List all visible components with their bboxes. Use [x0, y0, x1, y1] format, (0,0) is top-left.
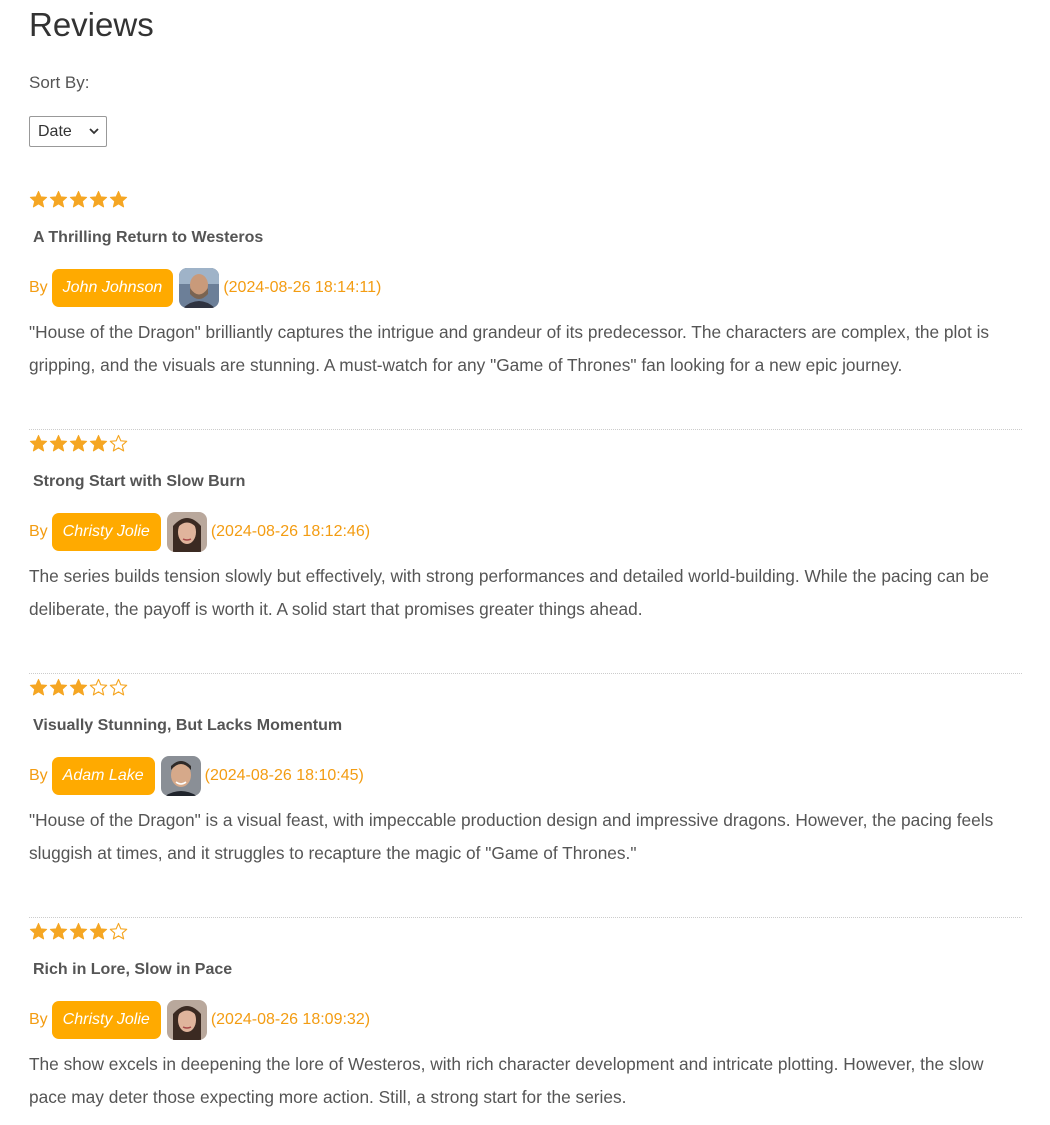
star-rating [29, 434, 128, 453]
star-filled-icon [49, 678, 68, 696]
star-filled-icon [29, 434, 48, 452]
star-rating [29, 922, 128, 941]
star-filled-icon [89, 922, 108, 940]
author-name[interactable]: Adam Lake [51, 757, 155, 795]
star-empty-icon [89, 678, 108, 696]
review-item: Rich in Lore, Slow in Pace By Christy Jo… [29, 918, 1022, 1125]
review-date: (2024-08-26 18:09:32) [210, 1011, 371, 1028]
star-filled-icon [109, 190, 128, 208]
sort-select[interactable]: Date [29, 116, 107, 147]
sort-selected-value: Date [38, 122, 72, 140]
star-empty-icon [109, 434, 128, 452]
star-filled-icon [29, 190, 48, 208]
author-name[interactable]: Christy Jolie [51, 513, 161, 551]
review-byline: By Adam Lake (2024-08-26 18:10:45) [29, 756, 364, 796]
sort-label: Sort By: [29, 73, 90, 92]
review-body: "House of the Dragon" brilliantly captur… [29, 322, 990, 375]
star-empty-icon [109, 922, 128, 940]
review-byline: By John Johnson (2024-08-26 18:14:11) [29, 268, 381, 308]
star-rating [29, 678, 128, 697]
review-list: A Thrilling Return to Westeros By John J… [29, 186, 1022, 1125]
star-rating [29, 190, 128, 209]
by-label: By [29, 767, 48, 784]
avatar[interactable] [166, 1000, 207, 1040]
avatar[interactable] [179, 268, 220, 308]
review-body: The show excels in deepening the lore of… [29, 1054, 984, 1107]
review-date: (2024-08-26 18:14:11) [223, 279, 382, 296]
star-filled-icon [69, 434, 88, 452]
star-filled-icon [29, 678, 48, 696]
review-item: Strong Start with Slow Burn By Christy J… [29, 430, 1022, 674]
review-title: A Thrilling Return to Westeros [33, 229, 264, 246]
review-byline: By Christy Jolie (2024-08-26 18:09:32) [29, 1000, 370, 1040]
by-label: By [29, 279, 48, 296]
review-body: The series builds tension slowly but eff… [29, 566, 989, 619]
avatar[interactable] [166, 512, 207, 552]
review-body: "House of the Dragon" is a visual feast,… [29, 810, 994, 863]
review-title: Visually Stunning, But Lacks Momentum [33, 717, 343, 734]
star-filled-icon [49, 434, 68, 452]
avatar[interactable] [160, 756, 201, 796]
review-item: Visually Stunning, But Lacks Momentum By… [29, 674, 1022, 918]
star-empty-icon [109, 678, 128, 696]
author-name[interactable]: John Johnson [51, 269, 174, 307]
star-filled-icon [49, 922, 68, 940]
star-filled-icon [89, 434, 108, 452]
chevron-down-icon [89, 128, 99, 135]
star-filled-icon [29, 922, 48, 940]
page-title: Reviews [29, 6, 154, 43]
review-date: (2024-08-26 18:10:45) [204, 767, 364, 784]
star-filled-icon [49, 190, 68, 208]
review-item: A Thrilling Return to Westeros By John J… [29, 186, 1022, 430]
by-label: By [29, 523, 48, 540]
star-filled-icon [69, 190, 88, 208]
review-title: Strong Start with Slow Burn [33, 473, 246, 490]
author-name[interactable]: Christy Jolie [51, 1001, 161, 1039]
star-filled-icon [69, 922, 88, 940]
review-title: Rich in Lore, Slow in Pace [33, 961, 233, 978]
by-label: By [29, 1011, 48, 1028]
star-filled-icon [89, 190, 108, 208]
star-filled-icon [69, 678, 88, 696]
review-date: (2024-08-26 18:12:46) [210, 523, 371, 540]
review-byline: By Christy Jolie (2024-08-26 18:12:46) [29, 512, 370, 552]
